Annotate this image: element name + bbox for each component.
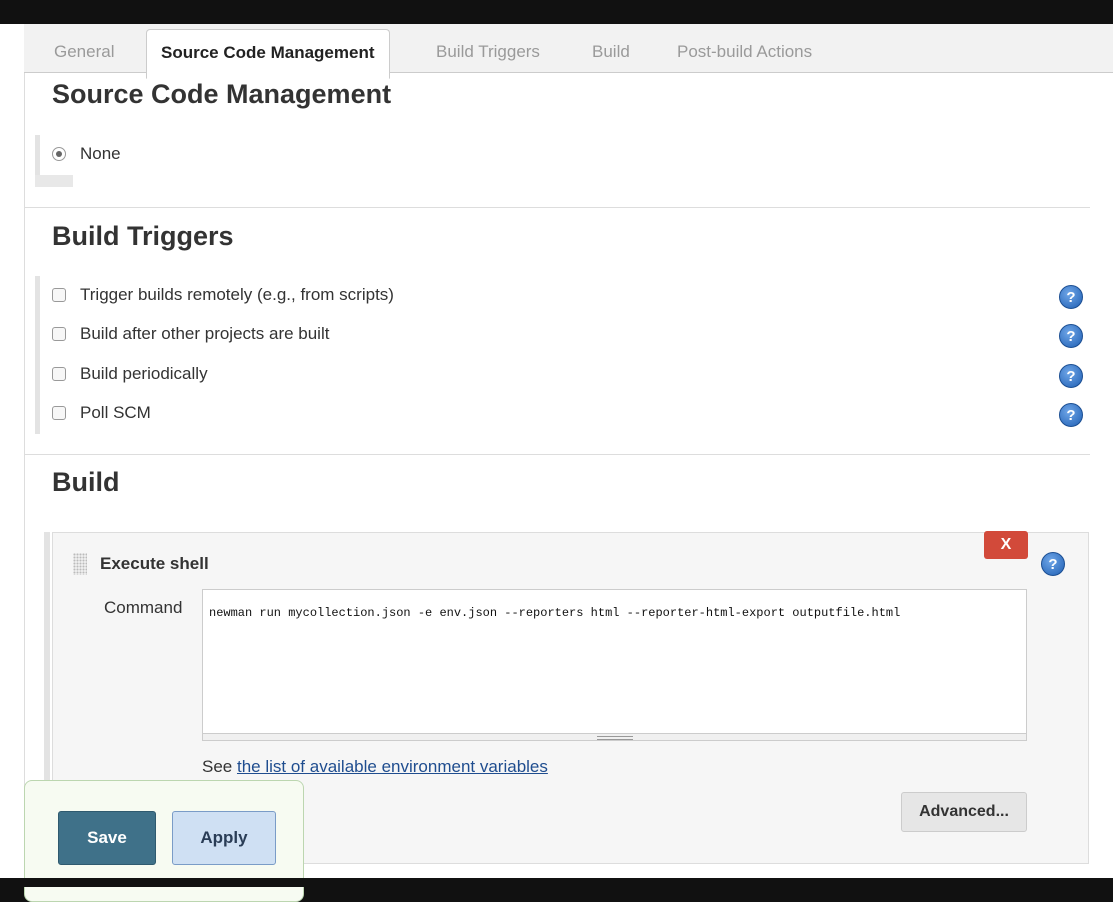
- help-icon[interactable]: ?: [1059, 364, 1083, 388]
- textarea-resize-handle[interactable]: [202, 733, 1027, 741]
- help-icon[interactable]: ?: [1059, 324, 1083, 348]
- env-vars-prefix: See: [202, 757, 233, 776]
- trigger-periodically[interactable]: Build periodically: [52, 362, 208, 386]
- help-icon[interactable]: ?: [1059, 285, 1083, 309]
- help-icon[interactable]: ?: [1041, 552, 1065, 576]
- command-label: Command: [104, 598, 183, 617]
- step-title: Execute shell: [100, 554, 209, 573]
- tab-bar: General Source Code Management Build Tri…: [24, 24, 1113, 79]
- config-page: General Source Code Management Build Tri…: [0, 24, 1113, 878]
- tab-build[interactable]: Build: [592, 24, 630, 72]
- trigger-after-other[interactable]: Build after other projects are built: [52, 322, 329, 346]
- trigger-after-other-checkbox[interactable]: [52, 327, 66, 341]
- env-vars-note: See the list of available environment va…: [202, 757, 548, 777]
- scm-option-none[interactable]: None: [52, 142, 121, 166]
- trigger-remote[interactable]: Trigger builds remotely (e.g., from scri…: [52, 283, 394, 307]
- save-button[interactable]: Save: [58, 811, 156, 865]
- trigger-label: Build after other projects are built: [80, 324, 330, 343]
- trigger-label: Build periodically: [80, 364, 208, 383]
- scm-bracket-foot: [35, 175, 73, 187]
- trigger-periodically-checkbox[interactable]: [52, 367, 66, 381]
- trigger-remote-checkbox[interactable]: [52, 288, 66, 302]
- trigger-poll-scm-checkbox[interactable]: [52, 406, 66, 420]
- command-textarea[interactable]: newman run mycollection.json -e env.json…: [202, 589, 1027, 736]
- divider: [24, 454, 1090, 455]
- none-radio[interactable]: [52, 147, 66, 161]
- delete-step-button[interactable]: X: [984, 531, 1028, 559]
- help-icon[interactable]: ?: [1059, 403, 1083, 427]
- tab-source-code-management[interactable]: Source Code Management: [146, 29, 390, 79]
- trigger-label: Poll SCM: [80, 403, 151, 422]
- apply-button[interactable]: Apply: [172, 811, 276, 865]
- trigger-label: Trigger builds remotely (e.g., from scri…: [80, 285, 394, 304]
- drag-handle-icon[interactable]: [73, 553, 87, 575]
- trigger-poll-scm[interactable]: Poll SCM: [52, 401, 151, 425]
- triggers-section-title: Build Triggers: [52, 221, 234, 251]
- scm-option-label: None: [80, 144, 121, 163]
- tab-general[interactable]: General: [54, 24, 114, 72]
- divider: [24, 207, 1090, 208]
- left-rail: [0, 24, 25, 878]
- env-vars-link[interactable]: the list of available environment variab…: [237, 757, 548, 776]
- advanced-button[interactable]: Advanced...: [901, 792, 1027, 832]
- bottom-edge: [0, 878, 1113, 887]
- build-section-title: Build: [52, 467, 120, 497]
- triggers-bracket: [35, 276, 40, 434]
- scm-section-title: Source Code Management: [52, 79, 392, 109]
- tab-build-triggers[interactable]: Build Triggers: [436, 24, 540, 72]
- tab-post-build-actions[interactable]: Post-build Actions: [677, 24, 812, 72]
